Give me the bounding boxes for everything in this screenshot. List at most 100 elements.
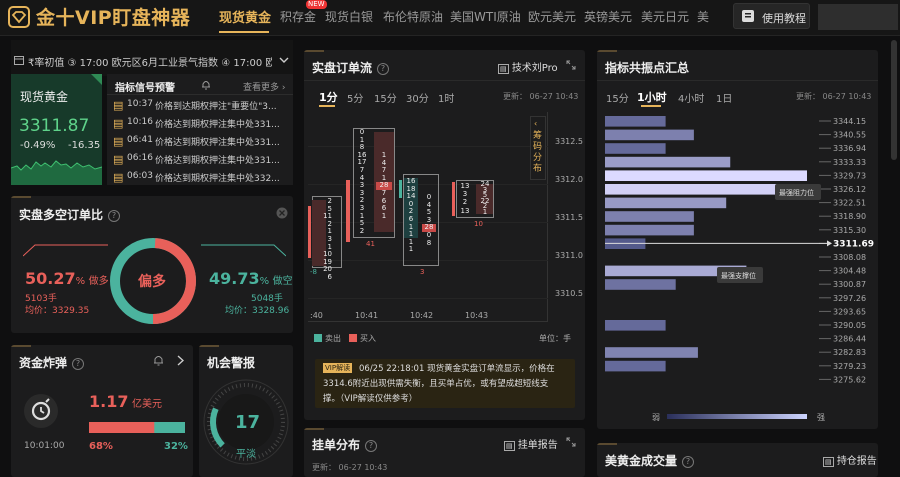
- chip-distribution-tab[interactable]: ‹ 筹码分布: [530, 116, 546, 180]
- price-tick: 3310.5: [555, 289, 583, 298]
- bell-icon[interactable]: [201, 79, 211, 90]
- volume-report-label: 持仓报告: [836, 456, 877, 467]
- bomb-red-fill: [89, 422, 155, 433]
- tf-tab-15m[interactable]: 15分: [374, 90, 397, 105]
- quote-card[interactable]: 现货黄金 3311.87 -0.49% -16.35: [11, 74, 102, 185]
- time-tick: :40: [310, 311, 323, 320]
- level-label: 3275.62: [833, 375, 866, 384]
- fp-cell: 1: [482, 207, 488, 216]
- tab-spot-silver[interactable]: 现货白银: [325, 8, 373, 25]
- chevron-right-icon[interactable]: [177, 355, 184, 366]
- level-label: 3279.23: [833, 362, 866, 371]
- tab-more[interactable]: 美: [697, 8, 709, 25]
- tf-tab-1h[interactable]: 1时: [438, 90, 454, 105]
- resonance-bar[interactable]: [605, 279, 676, 290]
- signal-item[interactable]: ▤ 10:37 价格到达期权押注"重要位"3...: [113, 97, 291, 114]
- tab-deposit-gold[interactable]: 积存金: [280, 8, 316, 25]
- signal-text: 价格达到期权押注集中处331...: [155, 120, 280, 130]
- gridline: [308, 146, 548, 147]
- close-icon[interactable]: [276, 207, 288, 219]
- help-icon[interactable]: ?: [682, 456, 695, 468]
- price-tick: 3311.5: [555, 213, 583, 222]
- resonance-bar[interactable]: [605, 211, 694, 222]
- level-label: 3336.94: [833, 144, 866, 153]
- bomb-unit: 亿美元: [131, 399, 162, 410]
- resonance-bar[interactable]: [605, 197, 727, 209]
- legend-buy-swatch: [349, 334, 357, 342]
- help-icon[interactable]: ?: [377, 63, 390, 75]
- resonance-bar[interactable]: [605, 320, 666, 331]
- orderflow-pro-label: 技术刘Pro: [511, 63, 558, 74]
- vip-badge: VIP解读: [323, 363, 353, 373]
- strength-gradient: [667, 414, 807, 419]
- resonance-bar[interactable]: [605, 170, 807, 181]
- signal-item[interactable]: ▤ 06:03 价格达到期权押注集中处332...: [113, 169, 291, 186]
- quote-sparkline: [11, 160, 102, 185]
- expand-icon[interactable]: [566, 60, 576, 70]
- fp-cell: 1: [381, 211, 387, 220]
- panel-corner: [11, 196, 31, 202]
- orderflow-pro-link[interactable]: ▤ 技术刘Pro: [498, 59, 558, 74]
- resonance-bar[interactable]: [605, 224, 694, 236]
- signal-item[interactable]: ▤ 10:16 价格达到期权押注集中处331...: [113, 115, 291, 132]
- long-unit: %: [75, 276, 86, 287]
- res-tab-15m[interactable]: 15分: [606, 90, 629, 105]
- bomb-time: 10:01:00: [24, 441, 65, 451]
- resonance-bar[interactable]: [605, 360, 666, 372]
- tab-gbpusd[interactable]: 英镑美元: [584, 8, 632, 25]
- pending-report-link[interactable]: ▤ 挂单报告: [504, 436, 558, 451]
- resonance-bar[interactable]: [605, 347, 698, 358]
- signal-item[interactable]: ▤ 06:41 价格达到期权押注集中处331...: [113, 133, 291, 150]
- short-unit: %: [259, 276, 270, 287]
- divider: [107, 94, 293, 95]
- orderflow-panel: 实盘订单流? ▤ 技术刘Pro 1分 5分 15分 30分 1时 更新： 06-…: [304, 50, 585, 420]
- tab-spot-gold[interactable]: 现货黄金: [219, 7, 271, 26]
- panel-corner: [199, 345, 219, 351]
- help-icon[interactable]: ?: [365, 440, 378, 452]
- candle-body: [452, 182, 455, 216]
- tf-tab-1m[interactable]: 1分: [319, 89, 338, 105]
- chevron-down-icon[interactable]: [279, 57, 289, 63]
- tab-usdjpy[interactable]: 美元日元: [641, 8, 689, 25]
- signal-item[interactable]: ▤ 06:16 价格达到期权押注集中处331...: [113, 151, 291, 168]
- resonance-bar[interactable]: [605, 156, 731, 168]
- signal-text: 价格达到期权押注集中处332...: [155, 174, 280, 184]
- volume-report-link[interactable]: ▤ 持仓报告: [823, 452, 877, 467]
- bell-icon[interactable]: [153, 354, 164, 366]
- signal-panel: 指标信号预警 查看更多 › ▤ 10:37 价格到达期权押注"重要位"3... ▤ 1…: [107, 74, 293, 185]
- time-tick: 10:43: [465, 311, 489, 320]
- res-tab-1h[interactable]: 1小时: [637, 89, 667, 105]
- resonance-bar[interactable]: [605, 129, 694, 141]
- legend-sell-label: 卖出: [325, 334, 341, 343]
- signal-time: 10:16: [127, 117, 153, 127]
- vip-text-2: 3314.6附近出现供需失衡，且买单占优，或有望成超短线支: [323, 379, 549, 389]
- signal-text: 价格到达期权押注"重要位"3...: [155, 102, 277, 112]
- tf-tab-5m[interactable]: 5分: [347, 90, 363, 105]
- res-tab-1d[interactable]: 1日: [716, 90, 732, 105]
- chip-label: 筹码分布: [533, 131, 543, 174]
- resonance-bar[interactable]: [605, 116, 666, 127]
- resonance-bar[interactable]: [605, 184, 795, 195]
- orderflow-title-text: 实盘订单流: [312, 61, 373, 75]
- tab-eurusd[interactable]: 欧元美元: [528, 8, 576, 25]
- long-connector: [23, 244, 108, 257]
- scrollbar[interactable]: [891, 40, 897, 160]
- tab-brent[interactable]: 布伦特原油: [383, 8, 443, 25]
- price-tick: 3311.0: [555, 251, 583, 260]
- tab-wti[interactable]: 美国WTI原油: [450, 8, 521, 25]
- level-label: 3326.12: [833, 185, 866, 194]
- gridline: [308, 298, 548, 299]
- tutorial-button[interactable]: 使用教程: [733, 3, 810, 29]
- user-avatar[interactable]: [818, 4, 898, 30]
- new-badge: NEW: [306, 0, 327, 9]
- signal-more-link[interactable]: 查看更多 ›: [243, 80, 285, 93]
- resonance-bar[interactable]: [605, 143, 666, 154]
- tf-tab-30m[interactable]: 30分: [406, 90, 429, 105]
- res-tab-4h[interactable]: 4小时: [678, 90, 704, 105]
- expand-icon[interactable]: [566, 437, 576, 447]
- ratio-panel: 实盘多空订单比? 偏多 50.27% 做多 5103手 均价：3329.35 4…: [11, 196, 293, 333]
- pending-updated: 更新： 06-27 10:43: [312, 463, 388, 472]
- help-icon[interactable]: ?: [108, 210, 121, 222]
- help-icon[interactable]: ?: [72, 358, 85, 370]
- signal-icon: ▤: [113, 171, 124, 184]
